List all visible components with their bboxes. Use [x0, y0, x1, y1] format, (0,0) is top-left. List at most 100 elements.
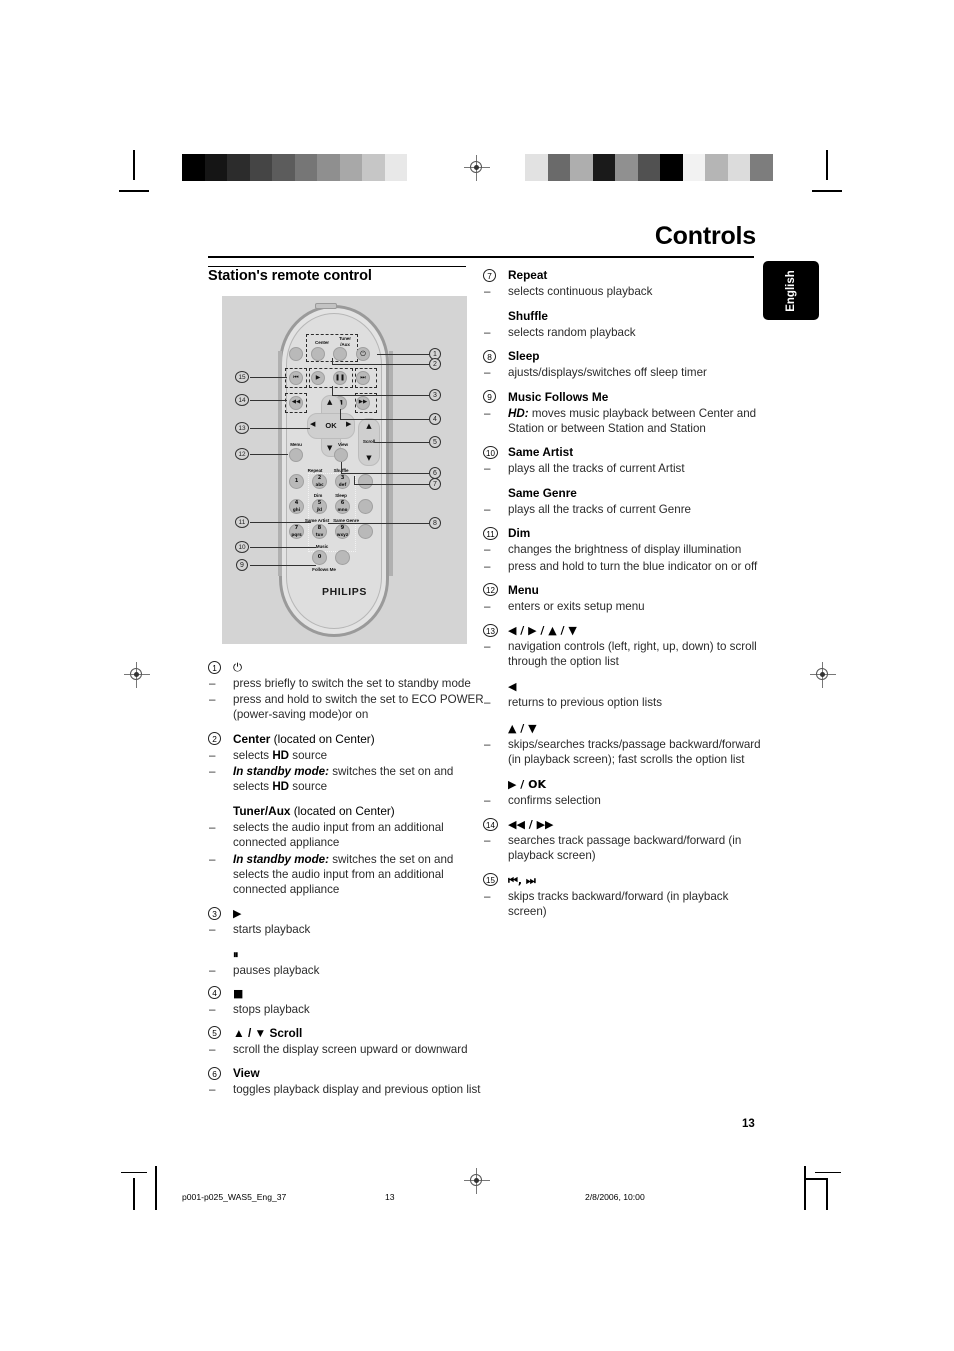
callout-8-number: 8	[429, 517, 441, 529]
callout-10-number: 10	[235, 541, 249, 553]
section-rule	[208, 266, 466, 268]
blank-key-top-left[interactable]	[289, 347, 303, 361]
greyscale-swatch	[592, 154, 615, 181]
remote-rail-left	[278, 351, 282, 576]
entry-4: 4 ■ stops playback	[208, 986, 486, 1017]
greyscale-swatch	[570, 154, 593, 181]
footer-rule-right	[815, 1172, 841, 1174]
crop-mark-bottom-right-v	[826, 1178, 828, 1210]
prev-track-key[interactable]: ⏮	[289, 371, 303, 385]
entry-12-bullets: enters or exits setup menu	[483, 599, 761, 614]
key-8-digit: 8	[317, 525, 322, 532]
entry-4-number: 4	[208, 986, 221, 1000]
callout-3-number: 3	[429, 389, 441, 401]
registration-target-bottom	[464, 1168, 490, 1194]
key-3[interactable]: 3 def	[335, 474, 350, 489]
entry-1-bullets: press briefly to switch the set to stand…	[208, 676, 486, 723]
key-2-letters: abc	[315, 481, 324, 487]
view-key-label: View	[338, 442, 348, 447]
rewind-key[interactable]: ◀◀	[289, 396, 303, 410]
philips-logo: PHILIPS	[321, 586, 368, 598]
key-6-text: 6 mno	[338, 501, 348, 512]
key-7-letters: pqrs	[291, 531, 302, 537]
greyscale-swatch	[660, 154, 683, 181]
key-6[interactable]: 6 mno	[335, 499, 350, 514]
tuner-aux-key[interactable]	[333, 347, 347, 361]
fast-forward-key[interactable]: ▶▶	[356, 396, 370, 410]
remote-rail-right	[389, 351, 393, 576]
entry-3-sub-bullet-1: pauses playback	[208, 963, 486, 978]
entry-11-label: Dim	[508, 526, 531, 541]
play-key[interactable]: ▶	[311, 371, 325, 385]
entry-2: 2 Center (located on Center) selects HD …	[208, 732, 486, 898]
key-4[interactable]: 4 ghi	[289, 499, 304, 514]
key-0[interactable]: 0	[312, 550, 327, 565]
page-title: Controls	[654, 222, 756, 250]
entry-1-bullet-1: press briefly to switch the set to stand…	[208, 676, 486, 691]
greyscale-swatch	[547, 154, 570, 181]
entry-12-bullet-1: enters or exits setup menu	[483, 599, 761, 614]
entry-13-sub-bullets-2: skips/searches tracks/passage backward/f…	[483, 737, 761, 767]
entry-1-head: 1 ⏻	[208, 660, 486, 675]
t: moves music playback between Center and …	[508, 406, 757, 435]
entry-2-label-suffix: (located on Center)	[273, 731, 375, 746]
view-key[interactable]	[334, 448, 348, 462]
key-3-letters: def	[338, 481, 347, 487]
ok-key-label[interactable]: OK	[307, 421, 355, 430]
entry-4-bullets: stops playback	[208, 1002, 486, 1017]
left-arrow-icon: ◀	[508, 680, 517, 694]
power-key[interactable]: ⏻	[356, 347, 370, 361]
key-2[interactable]: 2 abc	[312, 474, 327, 489]
entry-12-head: 12 Menu	[483, 583, 761, 598]
entry-2-bullet-2: In standby mode: switches the set on and…	[208, 764, 486, 794]
scroll-down-icon[interactable]: ▼	[358, 454, 380, 462]
entry-13-sub-bullet-1: returns to previous option lists	[483, 695, 761, 710]
pause-icon: ⏸	[233, 948, 239, 962]
entry-10-head: 10 Same Artist	[483, 445, 761, 460]
key-3-digit: 3	[340, 475, 345, 482]
center-key[interactable]	[311, 347, 325, 361]
nav-up-icon[interactable]: ▲	[327, 398, 332, 406]
entry-13-sub-head-1: ◀	[483, 679, 761, 694]
key-8[interactable]: 8 tuv	[312, 524, 327, 539]
blank-key-row-d[interactable]	[335, 550, 350, 565]
entry-10-bullets: plays all the tracks of current Artist	[483, 461, 761, 476]
section-title: Station's remote control	[208, 268, 372, 284]
entry-14-bullets: searches track passage backward/forward …	[483, 833, 761, 863]
crop-mark-top-right-v	[826, 150, 828, 180]
entry-5-bullet-1: scroll the display screen upward or down…	[208, 1042, 486, 1057]
entry-10-sub-head: Same Genre	[483, 486, 761, 501]
key-9[interactable]: 9 wxyz	[335, 524, 350, 539]
key-8-text: 8 tuv	[316, 525, 324, 537]
entry-13-number: 13	[483, 623, 498, 637]
blank-key-row-b[interactable]	[358, 499, 373, 514]
entry-2-sub-label-suffix: (located on Center)	[293, 804, 395, 819]
entry-13-sub-bullet-2: skips/searches tracks/passage backward/f…	[483, 737, 761, 767]
next-track-key[interactable]: ⏭	[356, 371, 370, 385]
entry-7-bullet-1: selects continuous playback	[483, 284, 761, 299]
entry-6-label: View	[233, 1066, 260, 1081]
entry-9-bullets: HD: moves music playback between Center …	[483, 406, 761, 436]
key-5[interactable]: 5 jkl	[312, 499, 327, 514]
entry-11-number: 11	[483, 526, 498, 540]
entry-11-bullets: changes the brightness of display illumi…	[483, 542, 761, 574]
blank-key-row-a[interactable]	[358, 474, 373, 489]
right-column: 7 Repeat selects continuous playback Shu…	[483, 268, 761, 919]
menu-key[interactable]	[289, 448, 303, 462]
entry-3-sub-head: ⏸	[208, 947, 486, 962]
scroll-up-icon[interactable]: ▲	[358, 422, 380, 430]
entry-15-head: 15 ⏮, ⏭	[483, 873, 761, 888]
key-9-letters: wxyz	[336, 531, 349, 537]
entry-8-number: 8	[483, 349, 496, 363]
entry-13-sub-bullets-3: confirms selection	[483, 793, 761, 808]
entry-10-sub-bullet-1: plays all the tracks of current Genre	[483, 502, 761, 517]
scroll-updown-icon-label: ▲ / ▼ Scroll	[233, 1025, 303, 1040]
entry-7-bullets: selects continuous playback	[483, 284, 761, 299]
entry-4-head: 4 ■	[208, 986, 486, 1001]
pause-key[interactable]: ❚❚	[333, 371, 347, 385]
key-1[interactable]: 1	[289, 474, 304, 489]
key-7[interactable]: 7 pqrs	[289, 524, 304, 539]
entry-1: 1 ⏻ press briefly to switch the set to s…	[208, 660, 486, 723]
greyscale-swatch	[637, 154, 660, 181]
blank-key-row-c[interactable]	[358, 524, 373, 539]
